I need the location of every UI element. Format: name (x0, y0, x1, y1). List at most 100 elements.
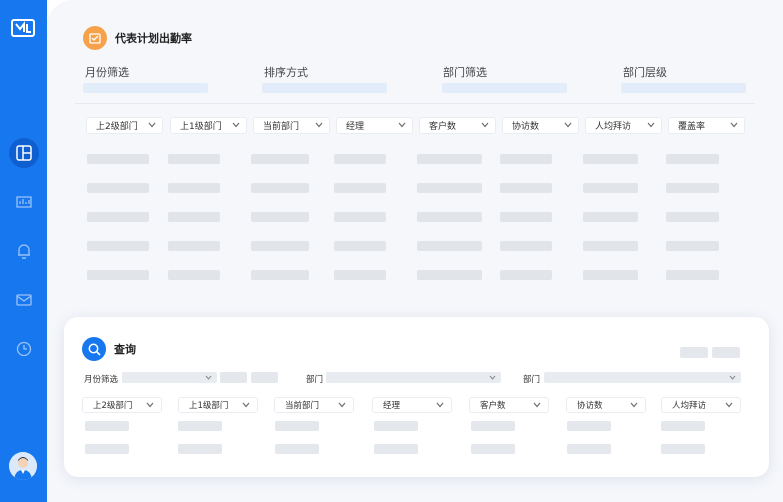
search-icon-badge (82, 337, 106, 361)
skeleton-cell (417, 212, 482, 222)
skeleton-cell (168, 212, 220, 222)
column-header-manager[interactable]: 经理 (336, 117, 413, 134)
query-reset-button[interactable] (680, 347, 708, 358)
skeleton-cell (87, 212, 149, 222)
column-label: 上2级部门 (96, 122, 138, 132)
column-header-current-dept[interactable]: 当前部门 (253, 117, 330, 134)
column-header-customers[interactable]: 客户数 (419, 117, 496, 134)
skeleton-cell (500, 212, 552, 222)
filter-month-input[interactable] (83, 83, 208, 93)
column-header-dept1[interactable]: 上1级部门 (170, 117, 247, 134)
nav-report[interactable] (9, 187, 39, 217)
nav-history[interactable] (9, 334, 39, 364)
query-month-label: 月份筛选 (84, 375, 119, 385)
skeleton-cell (374, 444, 418, 454)
column-label: 客户数 (429, 122, 457, 132)
column-header-coverage[interactable]: 覆盖率 (668, 117, 745, 134)
column-label: 覆盖率 (678, 122, 706, 132)
skeleton-cell (334, 183, 386, 193)
skeleton-cell (661, 444, 705, 454)
query-column-manager[interactable]: 经理 (372, 397, 452, 413)
skeleton-cell (583, 212, 638, 222)
section-title: 代表计划出勤率 (115, 32, 192, 45)
skeleton-cell (178, 421, 222, 431)
nav-messages[interactable] (9, 285, 39, 315)
sidebar (0, 0, 47, 502)
column-label: 协访数 (577, 401, 603, 411)
filter-label-level: 部门层级 (623, 66, 667, 79)
skeleton-cell (417, 183, 482, 193)
query-month-select[interactable] (122, 372, 217, 383)
filter-label-sort: 排序方式 (264, 66, 308, 79)
logo-icon[interactable] (11, 18, 35, 38)
skeleton-cell (500, 241, 552, 251)
column-header-co-visits[interactable]: 协访数 (502, 117, 579, 134)
query-month-end[interactable] (251, 372, 278, 383)
nav-dashboard[interactable] (9, 138, 39, 168)
query-dept-select-2[interactable] (544, 372, 741, 383)
query-title: 查询 (114, 343, 136, 356)
column-label: 人均拜访 (672, 401, 707, 411)
query-month-start[interactable] (220, 372, 247, 383)
query-column-current-dept[interactable]: 当前部门 (274, 397, 354, 413)
divider (75, 103, 755, 104)
mail-icon (16, 294, 32, 306)
skeleton-cell (334, 270, 386, 280)
skeleton-cell (87, 154, 149, 164)
avatar-icon (9, 452, 37, 480)
skeleton-cell (666, 212, 719, 222)
skeleton-cell (666, 270, 719, 280)
chevron-down-icon (232, 122, 240, 128)
chevron-down-icon (146, 402, 154, 408)
skeleton-cell (178, 444, 222, 454)
skeleton-cell (87, 183, 149, 193)
column-label: 当前部门 (263, 122, 300, 132)
chevron-down-icon (630, 402, 638, 408)
chevron-down-icon (148, 122, 156, 128)
column-label: 客户数 (480, 401, 506, 411)
skeleton-cell (251, 241, 309, 251)
column-label: 人均拜访 (595, 122, 632, 132)
column-header-dept2[interactable]: 上2级部门 (86, 117, 163, 134)
skeleton-cell (251, 183, 309, 193)
avatar[interactable] (9, 452, 37, 480)
skeleton-cell (85, 444, 129, 454)
column-label: 当前部门 (285, 401, 320, 411)
filter-level-input[interactable] (621, 83, 746, 93)
calendar-icon-badge (83, 26, 107, 50)
filter-sort-input[interactable] (262, 83, 387, 93)
skeleton-cell (417, 154, 482, 164)
query-header: 查询 (82, 337, 136, 361)
query-dept-select-1[interactable] (326, 372, 501, 383)
query-column-dept1[interactable]: 上1级部门 (178, 397, 258, 413)
query-column-customers[interactable]: 客户数 (469, 397, 549, 413)
clock-icon (16, 341, 32, 357)
skeleton-cell (275, 444, 319, 454)
query-submit-button[interactable] (712, 347, 740, 358)
chevron-down-icon (564, 122, 572, 128)
query-column-avg-visits[interactable]: 人均拜访 (661, 397, 741, 413)
skeleton-cell (168, 270, 220, 280)
query-column-co-visits[interactable]: 协访数 (566, 397, 646, 413)
column-label: 经理 (346, 122, 365, 132)
filter-label-dept: 部门筛选 (443, 66, 487, 79)
calendar-icon (89, 33, 101, 44)
skeleton-cell (417, 241, 482, 251)
search-icon (88, 343, 101, 356)
skeleton-cell (583, 183, 638, 193)
nav-notifications[interactable] (9, 236, 39, 266)
column-header-avg-visits[interactable]: 人均拜访 (585, 117, 662, 134)
chevron-down-icon (338, 402, 346, 408)
skeleton-cell (666, 241, 719, 251)
skeleton-cell (567, 421, 611, 431)
filter-dept-input[interactable] (442, 83, 567, 93)
skeleton-cell (275, 421, 319, 431)
query-column-dept2[interactable]: 上2级部门 (82, 397, 162, 413)
query-dept-label-2: 部门 (523, 375, 541, 385)
skeleton-cell (500, 270, 552, 280)
skeleton-cell (87, 270, 149, 280)
skeleton-cell (567, 444, 611, 454)
dashboard-icon (16, 145, 32, 161)
chevron-down-icon (729, 375, 736, 380)
skeleton-cell (471, 421, 515, 431)
